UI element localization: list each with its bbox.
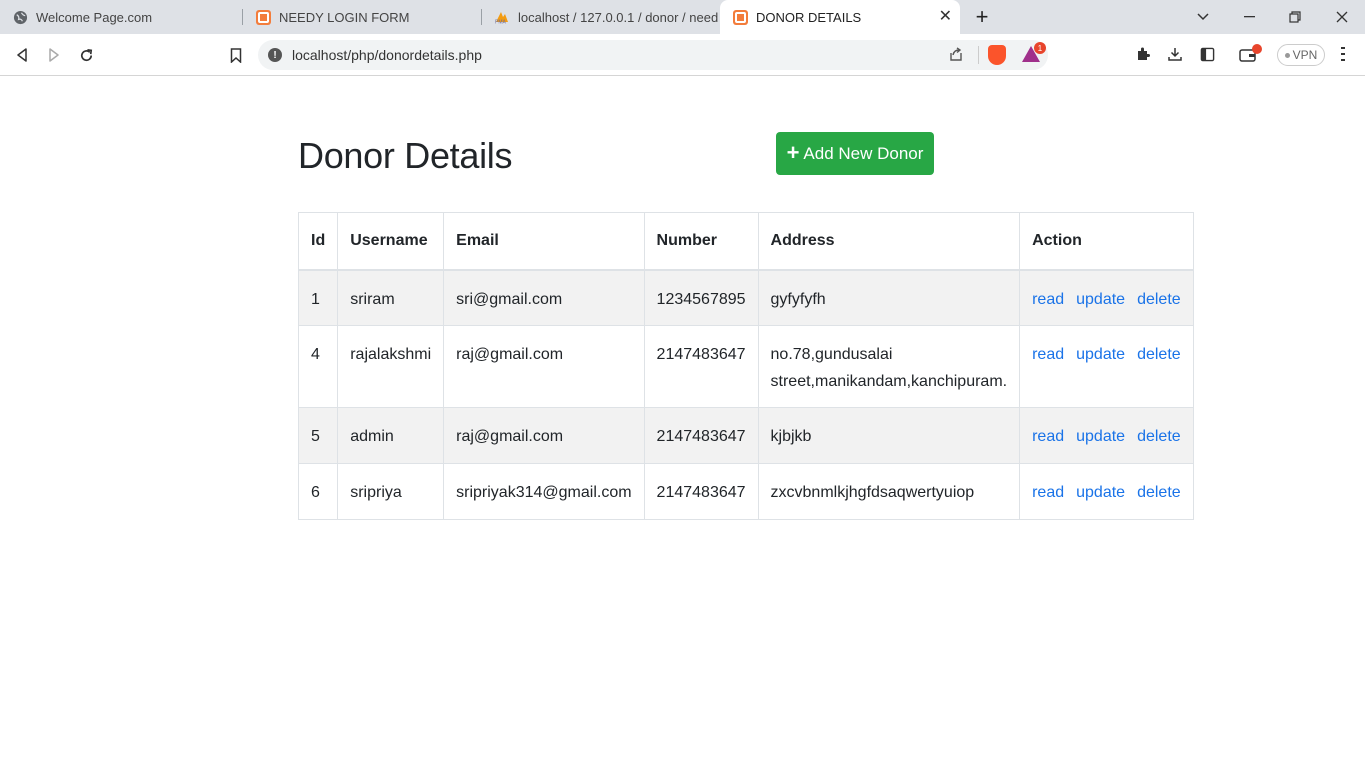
tab-welcome-page[interactable]: Welcome Page.com: [0, 0, 242, 34]
reload-icon[interactable]: [74, 43, 98, 67]
phpmyadmin-icon: PMA: [494, 9, 510, 25]
vpn-button[interactable]: VPN: [1277, 44, 1325, 66]
plus-icon: +: [786, 139, 800, 165]
rewards-badge: 1: [1034, 42, 1046, 54]
vpn-status-dot: [1284, 52, 1290, 58]
cell-number: 2147483647: [643, 325, 759, 408]
column-header-action: Action: [1019, 212, 1194, 271]
tab-donor-details[interactable]: DONOR DETAILS ✕: [720, 0, 960, 34]
page-title: Donor Details: [298, 135, 513, 176]
tab-needy-login-form[interactable]: NEEDY LOGIN FORM: [243, 0, 481, 34]
cell-username: rajalakshmi: [337, 325, 445, 408]
read-link[interactable]: read: [1032, 291, 1064, 308]
read-link[interactable]: read: [1032, 428, 1064, 445]
globe-icon: [12, 9, 28, 25]
delete-link[interactable]: delete: [1137, 291, 1181, 308]
cell-actions: read update delete: [1019, 325, 1194, 408]
xampp-icon: [732, 9, 748, 25]
update-link[interactable]: update: [1076, 484, 1125, 501]
column-header-number: Number: [643, 212, 759, 271]
url-text[interactable]: localhost/php/donordetails.php: [292, 47, 482, 63]
bookmark-icon[interactable]: [224, 43, 248, 67]
read-link[interactable]: read: [1032, 346, 1064, 363]
read-link[interactable]: read: [1032, 484, 1064, 501]
vpn-label: VPN: [1292, 48, 1318, 62]
cell-number: 1234567895: [643, 269, 759, 326]
table-header-row: Id Username Email Number Address Action: [297, 212, 1194, 271]
minimize-icon[interactable]: [1226, 0, 1272, 34]
site-info-icon[interactable]: !: [268, 48, 282, 62]
download-icon[interactable]: [1164, 43, 1186, 65]
share-icon[interactable]: [948, 46, 964, 66]
page-content: Donor Details + Add New Donor Id Usernam…: [0, 77, 1365, 771]
sidebar-toggle-icon[interactable]: [1196, 43, 1218, 65]
close-window-icon[interactable]: [1319, 0, 1365, 34]
tab-title: localhost / 127.0.0.1 / donor / needyta: [518, 9, 718, 25]
delete-link[interactable]: delete: [1137, 428, 1181, 445]
cell-actions: read update delete: [1019, 269, 1194, 326]
table-row: 5 admin raj@gmail.com 2147483647 kjbjkb …: [297, 407, 1194, 464]
tab-search-chevron-icon[interactable]: [1180, 0, 1226, 34]
cell-username: admin: [337, 407, 445, 464]
cell-id: 4: [297, 325, 339, 408]
extensions-icon[interactable]: [1132, 43, 1154, 65]
cell-address: gyfyfyfh: [757, 269, 1021, 326]
cell-actions: read update delete: [1019, 463, 1194, 520]
cell-email: raj@gmail.com: [443, 325, 645, 408]
cell-number: 2147483647: [643, 463, 759, 520]
cell-id: 1: [297, 269, 339, 326]
cell-address: zxcvbnmlkjhgfdsaqwertyuiop: [757, 463, 1021, 520]
tab-phpmyadmin[interactable]: PMA localhost / 127.0.0.1 / donor / need…: [482, 0, 718, 34]
cell-email: sri@gmail.com: [443, 269, 645, 326]
close-tab-icon[interactable]: ✕: [939, 8, 952, 26]
tab-title: Welcome Page.com: [36, 9, 153, 25]
browser-toolbar: ! localhost/php/donordetails.php 1 VPN: [0, 34, 1365, 76]
column-header-id: Id: [297, 212, 339, 271]
update-link[interactable]: update: [1076, 346, 1125, 363]
back-icon[interactable]: [10, 43, 34, 67]
svg-text:PMA: PMA: [495, 20, 507, 25]
cell-email: raj@gmail.com: [443, 407, 645, 464]
forward-icon[interactable]: [42, 43, 66, 67]
cell-actions: read update delete: [1019, 407, 1194, 464]
add-new-donor-button[interactable]: + Add New Donor: [776, 132, 934, 175]
brave-shields-icon[interactable]: [988, 45, 1006, 65]
table-row: 6 sripriya sripriyak314@gmail.com 214748…: [297, 463, 1194, 520]
donor-table: Id Username Email Number Address Action …: [297, 212, 1194, 520]
add-new-donor-label: Add New Donor: [803, 143, 924, 163]
cell-id: 5: [297, 407, 339, 464]
column-header-email: Email: [443, 212, 645, 271]
address-bar[interactable]: ! localhost/php/donordetails.php 1: [258, 40, 1048, 70]
cell-number: 2147483647: [643, 407, 759, 464]
menu-icon[interactable]: [1332, 43, 1354, 65]
cell-username: sriram: [337, 269, 445, 326]
cell-id: 6: [297, 463, 339, 520]
column-header-address: Address: [757, 212, 1021, 271]
delete-link[interactable]: delete: [1137, 484, 1181, 501]
cell-address: no.78,gundusalai street,manikandam,kanch…: [757, 325, 1021, 408]
restore-icon[interactable]: [1272, 0, 1318, 34]
tab-strip: Welcome Page.com NEEDY LOGIN FORM PMA lo…: [0, 0, 1365, 34]
update-link[interactable]: update: [1076, 291, 1125, 308]
cell-address: kjbjkb: [757, 407, 1021, 464]
cell-username: sripriya: [337, 463, 445, 520]
xampp-icon: [255, 9, 271, 25]
column-header-username: Username: [337, 212, 445, 271]
omnibox-divider: [978, 46, 979, 64]
delete-link[interactable]: delete: [1137, 346, 1181, 363]
tab-title: NEEDY LOGIN FORM: [279, 9, 410, 25]
table-row: 4 rajalakshmi raj@gmail.com 2147483647 n…: [297, 325, 1194, 408]
cell-email: sripriyak314@gmail.com: [443, 463, 645, 520]
table-row: 1 sriram sri@gmail.com 1234567895 gyfyfy…: [297, 269, 1194, 326]
wallet-notification-dot: [1252, 44, 1262, 54]
tab-title: DONOR DETAILS: [756, 9, 862, 25]
update-link[interactable]: update: [1076, 428, 1125, 445]
new-tab-icon[interactable]: +: [960, 0, 1004, 34]
